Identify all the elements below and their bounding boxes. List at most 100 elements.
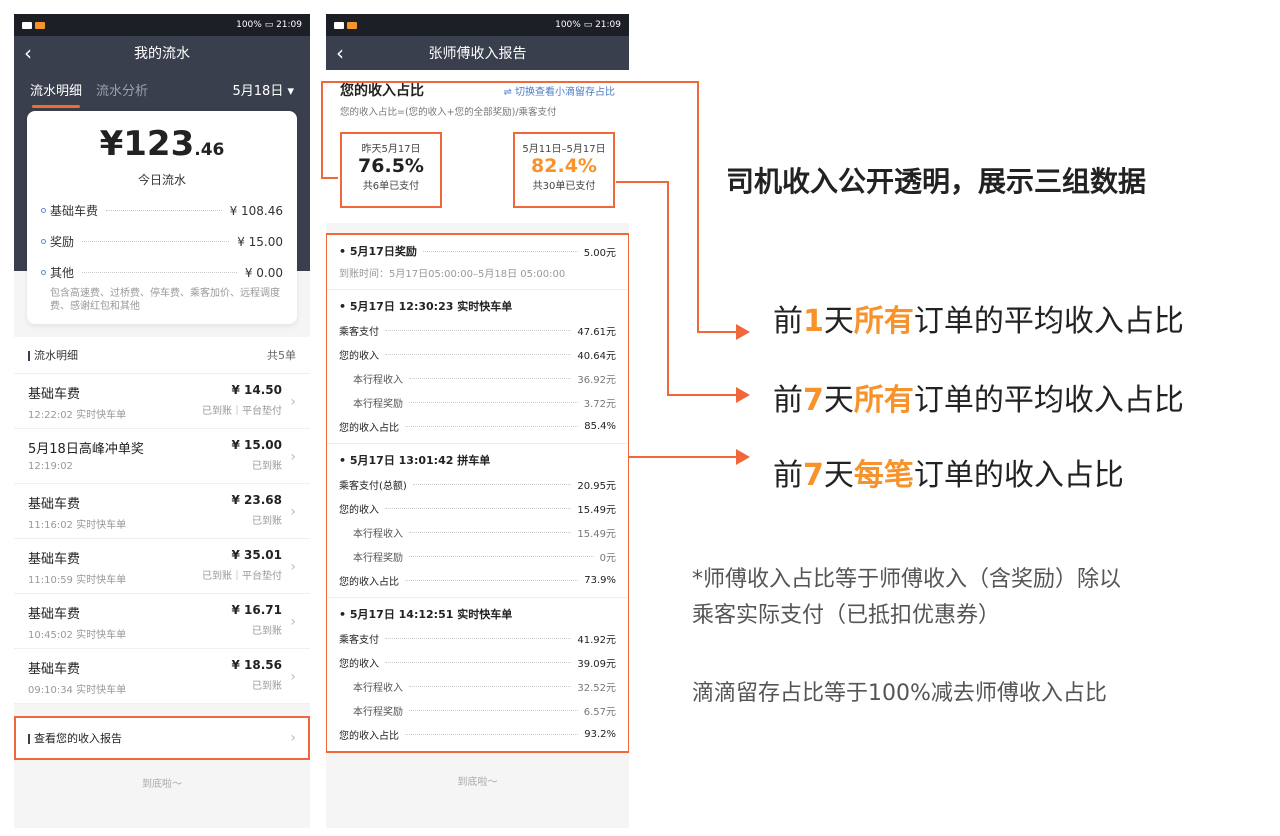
row-label: 您的收入: [339, 505, 379, 516]
breakdown-label: 其他: [50, 266, 75, 280]
date-selector[interactable]: 5月18日 ▾: [233, 80, 295, 99]
ratio-box-week: 5月11日–5月17日 82.4% 共30单已支付: [513, 132, 615, 208]
item-title: 基础车费: [28, 387, 81, 402]
clock: 21:09: [276, 20, 302, 30]
bullet-icon: [41, 239, 46, 244]
row-value: 47.61元: [577, 327, 616, 338]
row-value: 15.49元: [577, 505, 616, 516]
order-entry: • 5月17日 13:01:42 拼车单 乘客支付(总额) 20.95元 您的收入…: [327, 444, 628, 598]
item-amount: ¥ 35.01: [231, 548, 282, 562]
item-amount: ¥ 16.71: [231, 603, 282, 617]
item-amount: ¥ 18.56: [231, 658, 282, 672]
item-status: 已到账: [252, 626, 282, 637]
app-notification-icon: [35, 21, 45, 29]
row-label: 您的收入占比: [339, 577, 399, 588]
ratio-box-yesterday: 昨天5月17日 76.5% 共6单已支付: [340, 132, 442, 208]
text-part: 天: [823, 304, 854, 339]
text-part: 天: [823, 383, 854, 418]
item-status: 已到账: [252, 681, 282, 692]
list-item[interactable]: 基础车费 12:22:02 实时快车单 ¥ 14.50 已到账｜平台垫付 ›: [14, 374, 310, 429]
list-item[interactable]: 5月18日高峰冲单奖 12:19:02 ¥ 15.00 已到账 ›: [14, 429, 310, 484]
back-icon[interactable]: ‹: [24, 43, 32, 63]
text-part: 前: [773, 458, 803, 493]
list-item[interactable]: 基础车费 10:45:02 实时快车单 ¥ 16.71 已到账 ›: [14, 594, 310, 649]
item-amount: ¥ 23.68: [231, 493, 282, 507]
box-count: 共30单已支付: [532, 181, 596, 192]
headline: 司机收入公开透明，展示三组数据: [726, 165, 1147, 198]
item-sub: 12:19:02: [28, 461, 73, 472]
row-value: 36.92元: [577, 375, 616, 386]
caret-down-icon: ▾: [287, 84, 294, 99]
list-item[interactable]: 基础车费 11:10:59 实时快车单 ¥ 35.01 已到账｜平台垫付 ›: [14, 539, 310, 594]
tabs: 流水明细 流水分析 5月18日 ▾: [14, 70, 310, 108]
row-value: 40.64元: [577, 351, 616, 362]
breakdown-label: 奖励: [50, 235, 75, 249]
breakdown-row: 其他 ¥ 0.00: [41, 264, 283, 281]
amount-int: ¥123: [99, 124, 195, 164]
back-icon[interactable]: ‹: [336, 43, 344, 63]
bullet-icon: [41, 270, 46, 275]
order-title: • 5月17日 13:01:42 拼车单: [339, 454, 491, 467]
order-title: • 5月17日 14:12:51 实时快车单: [339, 608, 513, 621]
footnote-1: *师傅收入占比等于师傅收入（含奖励）除以 乘客实际支付（已抵扣优惠券）: [692, 562, 1121, 634]
arrow-icon: [736, 387, 750, 403]
tab-analysis[interactable]: 流水分析: [96, 80, 148, 99]
annotation-line-3: 前7天每笔订单的收入占比: [773, 450, 1124, 494]
app-notification-icon: [347, 21, 357, 29]
highlight-number: 7: [803, 383, 824, 418]
earnings-hero: ‹ 我的流水 流水明细 流水分析 5月18日 ▾ ¥123.46 今日流水 基础…: [14, 36, 310, 324]
phone-income-report-screen: 100% ▭ 21:09 ‹ 张师傅收入报告 您的收入占比 ⇌ 切换查看小滴留存…: [326, 14, 629, 828]
page-title: 我的流水: [134, 46, 190, 62]
earnings-card: ¥123.46 今日流水 基础车费 ¥ 108.46 奖励 ¥ 15.00 其他 ¥ …: [27, 111, 297, 324]
row-label: 乘客支付: [339, 635, 379, 646]
tab-detail[interactable]: 流水明细: [30, 80, 82, 108]
ratio-title: 您的收入占比: [340, 83, 424, 99]
row-label: 您的收入: [339, 659, 379, 670]
item-status: 已到账｜平台垫付: [202, 406, 282, 417]
highlight-number: 1: [803, 304, 824, 339]
item-amount: ¥ 14.50: [231, 383, 282, 397]
reward-title: • 5月17日奖励: [339, 245, 417, 258]
breakdown-row: 奖励 ¥ 15.00: [41, 233, 283, 250]
row-value: 3.72元: [583, 399, 616, 410]
report-link-label: 查看您的收入报告: [34, 732, 122, 745]
today-amount: ¥123.46: [41, 125, 283, 169]
status-bar: 100% ▭ 21:09: [326, 14, 629, 36]
item-sub: 10:45:02 实时快车单: [28, 630, 127, 641]
text-part: 订单的收入占比: [913, 458, 1124, 493]
arrow-icon: [736, 324, 750, 340]
footnote-line: *师傅收入占比等于师傅收入（含奖励）除以: [692, 567, 1122, 592]
annotation-line-2: 前7天所有订单的平均收入占比: [773, 375, 1184, 419]
row-value: 0元: [599, 553, 616, 564]
phone-earnings-screen: 100% ▭ 21:09 ‹ 我的流水 流水明细 流水分析 5月18日 ▾ ¥1…: [14, 14, 310, 828]
order-title: • 5月17日 12:30:23 实时快车单: [339, 300, 513, 313]
nav-bar: ‹ 我的流水: [14, 36, 310, 70]
row-label: 本行程奖励: [353, 399, 403, 410]
row-label: 本行程收入: [353, 375, 403, 386]
order-list: • 5月17日奖励 5.00元 到账时间：5月17日05:00:00–5月18日 …: [326, 233, 629, 753]
row-label: 本行程收入: [353, 529, 403, 540]
breakdown-value: ¥ 15.00: [237, 234, 283, 249]
list-item[interactable]: 基础车费 09:10:34 实时快车单 ¥ 18.56 已到账 ›: [14, 649, 310, 704]
item-title: 基础车费: [28, 662, 81, 677]
reward-sub: 到账时间：5月17日05:00:00–5月18日 05:00:00: [339, 269, 566, 280]
connector-line-2: [616, 181, 736, 396]
list-header: 流水明细 共5单: [14, 337, 310, 374]
status-bar: 100% ▭ 21:09: [14, 14, 310, 36]
switch-link[interactable]: ⇌ 切换查看小滴留存占比: [503, 83, 615, 98]
row-label: 您的收入: [339, 351, 379, 362]
highlight-word: 所有: [853, 304, 914, 339]
list-item[interactable]: 基础车费 11:16:02 实时快车单 ¥ 23.68 已到账 ›: [14, 484, 310, 539]
row-label: 乘客支付: [339, 327, 379, 338]
footnote-2: 滴滴留存占比等于100%减去师傅收入占比: [692, 681, 1107, 706]
row-label: 本行程奖励: [353, 553, 403, 564]
highlight-word: 所有: [853, 383, 914, 418]
income-report-link[interactable]: 查看您的收入报告 ›: [14, 716, 310, 760]
row-value: 32.52元: [577, 683, 616, 694]
chevron-right-icon: ›: [290, 730, 296, 746]
income-ratio-panel: 您的收入占比 ⇌ 切换查看小滴留存占比 您的收入占比=(您的收入+您的全部奖励)…: [326, 70, 629, 223]
item-sub: 11:16:02 实时快车单: [28, 520, 127, 531]
row-label: 乘客支付(总额): [339, 481, 407, 492]
row-value: 20.95元: [577, 481, 616, 492]
clock: 21:09: [595, 20, 621, 30]
